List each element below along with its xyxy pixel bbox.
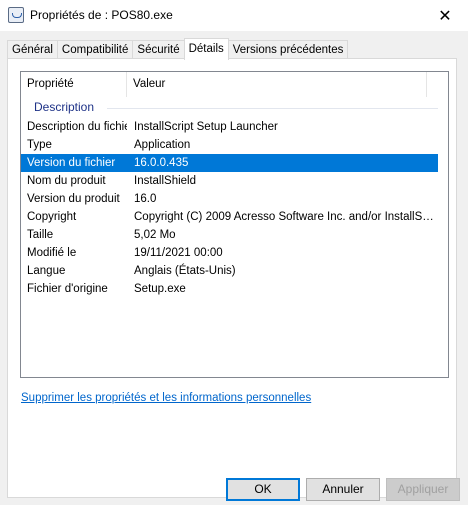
property-name: Version du fichier xyxy=(27,157,116,169)
column-header-value[interactable]: Valeur xyxy=(127,72,427,97)
list-item[interactable]: Taille 5,02 Mo xyxy=(21,226,448,244)
group-divider xyxy=(107,108,438,109)
property-name: Copyright xyxy=(27,211,77,223)
property-value: Application xyxy=(134,139,191,151)
tab-details[interactable]: Détails xyxy=(183,38,229,60)
property-name: Description du fichier xyxy=(27,121,127,133)
property-value: 16.0 xyxy=(134,193,157,205)
property-name: Taille xyxy=(27,229,54,241)
column-header-property[interactable]: Propriété xyxy=(21,72,127,97)
property-value: InstallScript Setup Launcher xyxy=(134,121,278,133)
apply-button[interactable]: Appliquer xyxy=(386,478,460,501)
property-value: Copyright (C) 2009 Acresso Software Inc.… xyxy=(134,211,434,223)
list-item[interactable]: Fichier d'origine Setup.exe xyxy=(21,280,448,298)
remove-properties-link[interactable]: Supprimer les propriétés et les informat… xyxy=(21,392,311,404)
property-name: Version du produit xyxy=(27,193,120,205)
property-name: Nom du produit xyxy=(27,175,106,187)
cancel-button[interactable]: Annuler xyxy=(306,478,380,501)
property-name: Fichier d'origine xyxy=(27,283,108,295)
details-panel: Propriété Valeur Description Description… xyxy=(7,58,457,498)
list-item[interactable]: Type Application xyxy=(21,136,448,154)
list-item[interactable]: Modifié le 19/11/2021 00:00 xyxy=(21,244,448,262)
property-name: Langue xyxy=(27,265,66,277)
details-list[interactable]: Propriété Valeur Description Description… xyxy=(20,71,449,378)
property-value: InstallShield xyxy=(134,175,197,187)
property-rows: Description du fichier InstallScript Set… xyxy=(21,118,448,298)
tab-strip: Général Compatibilité Sécurité Détails V… xyxy=(7,38,349,60)
group-header-description: Description xyxy=(21,99,448,117)
dialog-body: Général Compatibilité Sécurité Détails V… xyxy=(0,31,468,505)
list-item[interactable]: Copyright Copyright (C) 2009 Acresso Sof… xyxy=(21,208,448,226)
list-item-selected[interactable]: Version du fichier 16.0.0.435 xyxy=(21,154,438,172)
list-item[interactable]: Nom du produit InstallShield xyxy=(21,172,448,190)
property-value: 5,02 Mo xyxy=(134,229,176,241)
group-label: Description xyxy=(34,100,95,114)
close-icon[interactable]: ✕ xyxy=(422,0,468,31)
property-value: 16.0.0.435 xyxy=(134,157,189,169)
title-bar: Propriétés de : POS80.exe ✕ xyxy=(0,0,468,31)
list-item[interactable]: Description du fichier InstallScript Set… xyxy=(21,118,448,136)
window-title: Propriétés de : POS80.exe xyxy=(30,8,173,22)
property-value: Anglais (États-Unis) xyxy=(134,265,236,277)
list-item[interactable]: Langue Anglais (États-Unis) xyxy=(21,262,448,280)
list-item[interactable]: Version du produit 16.0 xyxy=(21,190,448,208)
list-header: Propriété Valeur xyxy=(21,72,448,97)
property-value: Setup.exe xyxy=(134,283,186,295)
property-value: 19/11/2021 00:00 xyxy=(134,247,223,259)
tab-previous-versions[interactable]: Versions précédentes xyxy=(227,40,349,59)
ok-button[interactable]: OK xyxy=(226,478,300,501)
tab-security[interactable]: Sécurité xyxy=(132,40,185,59)
property-name: Type xyxy=(27,139,52,151)
properties-icon xyxy=(8,7,24,23)
tab-compatibility[interactable]: Compatibilité xyxy=(56,40,134,59)
tab-general[interactable]: Général xyxy=(7,40,58,59)
property-name: Modifié le xyxy=(27,247,77,259)
